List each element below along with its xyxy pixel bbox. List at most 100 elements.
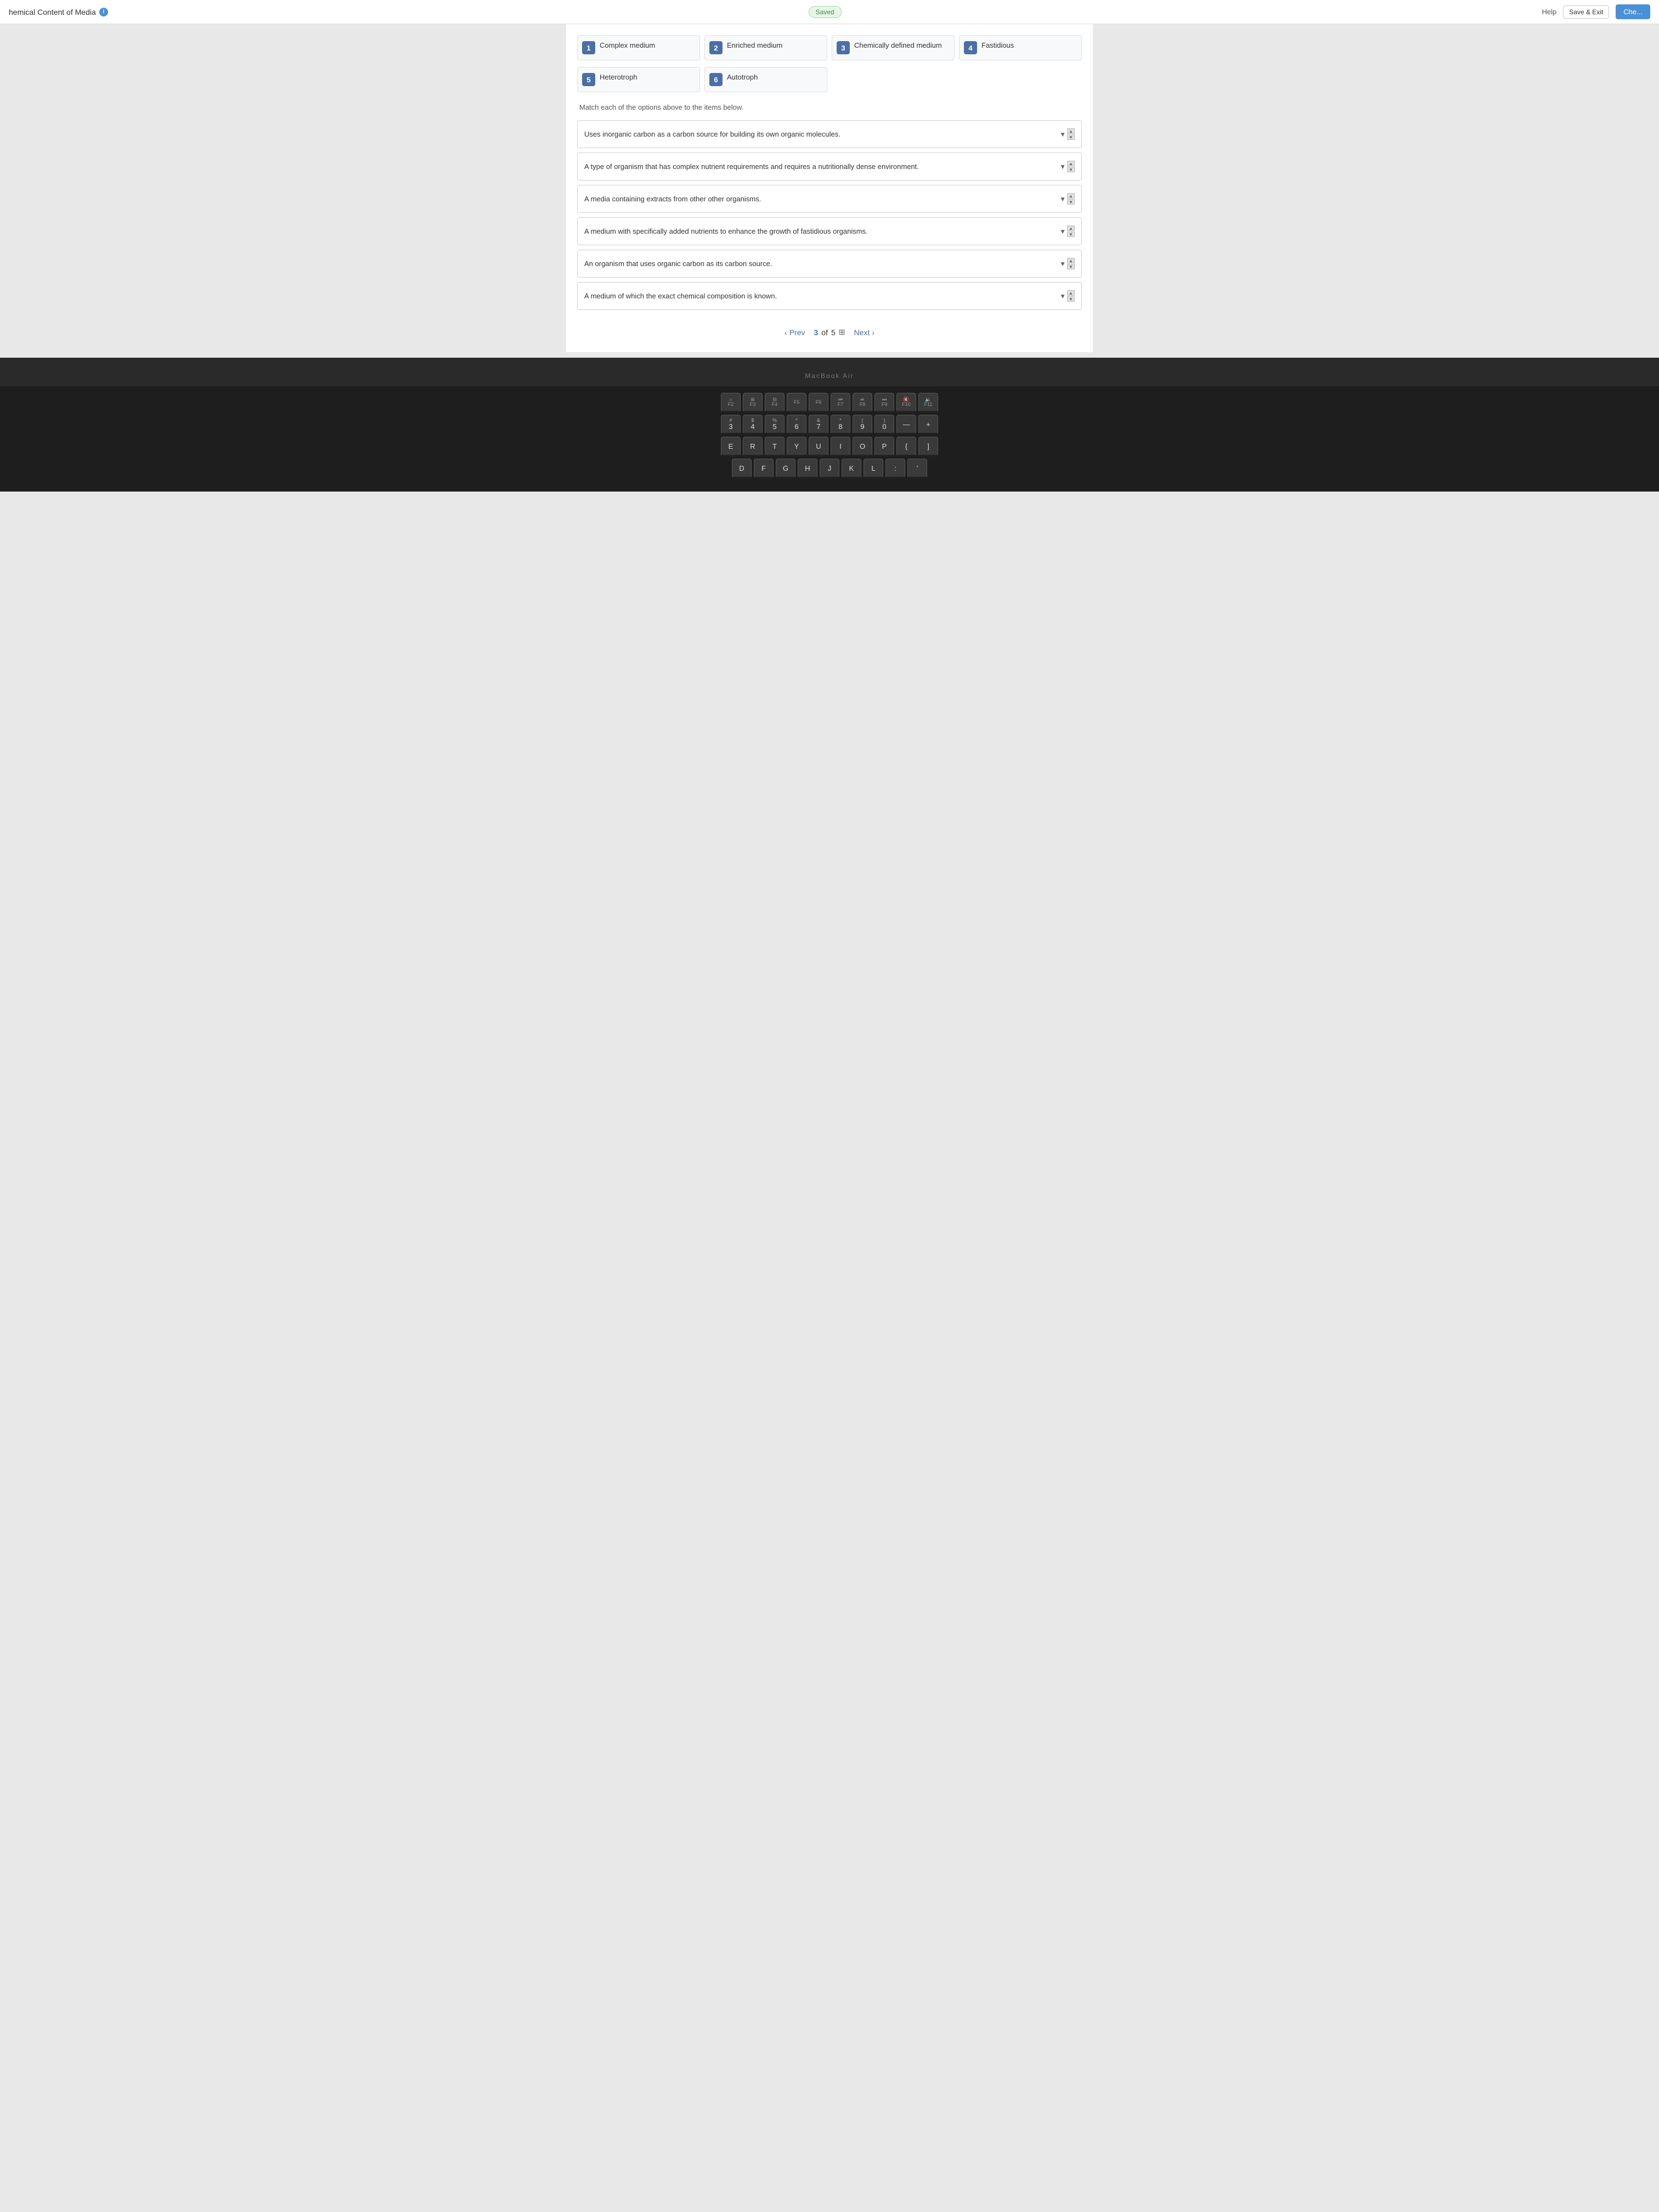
option-item-1: 1 Complex medium — [577, 35, 700, 60]
question-select-4[interactable]: 1 2 3 4 5 6 — [1049, 227, 1056, 235]
stepper-up-2[interactable]: ▲ — [1067, 161, 1075, 166]
key-7[interactable]: & 7 — [809, 415, 828, 435]
question-text-1: Uses inorganic carbon as a carbon source… — [584, 130, 1045, 138]
key-f3[interactable]: ⊞ F3 — [743, 393, 763, 413]
dropdown-arrow-1: ▼ — [1059, 131, 1066, 138]
option-item-6: 6 Autotroph — [704, 67, 827, 92]
key-f8[interactable]: ⏯ F8 — [853, 393, 872, 413]
key-i[interactable]: I — [831, 437, 850, 456]
prev-button[interactable]: ‹ Prev — [785, 328, 805, 337]
stepper-up-1[interactable]: ▲ — [1067, 128, 1075, 134]
key-k[interactable]: K — [842, 459, 861, 478]
question-select-wrapper-2: 1 2 3 4 5 6 ▼ ▲ ▼ — [1049, 161, 1075, 172]
grid-icon[interactable]: ⊞ — [839, 328, 845, 337]
of-label: of — [821, 328, 828, 337]
key-f10[interactable]: 🔇 F10 — [896, 393, 916, 413]
next-label: Next — [854, 328, 870, 337]
question-row-3: A media containing extracts from other o… — [577, 185, 1082, 213]
key-rbracket[interactable]: ] — [918, 437, 938, 456]
option-label-3: Chemically defined medium — [854, 41, 942, 50]
check-button[interactable]: Che... — [1616, 4, 1650, 19]
option-label-1: Complex medium — [600, 41, 655, 50]
key-p[interactable]: P — [874, 437, 894, 456]
dropdown-arrow-4: ▼ — [1059, 228, 1066, 235]
kb-num-row: # 3 $ 4 % 5 ^ 6 & 7 — [11, 415, 1648, 435]
key-f[interactable]: F — [754, 459, 774, 478]
key-lbracket[interactable]: { — [896, 437, 916, 456]
key-minus[interactable]: — — [896, 415, 916, 435]
key-r[interactable]: R — [743, 437, 763, 456]
question-text-2: A type of organism that has complex nutr… — [584, 162, 1045, 171]
question-text-5: An organism that uses organic carbon as … — [584, 259, 1045, 268]
key-5[interactable]: % 5 — [765, 415, 785, 435]
option-number-6: 6 — [709, 73, 723, 86]
stepper-down-2[interactable]: ▼ — [1067, 167, 1075, 172]
option-item-4: 4 Fastidious — [959, 35, 1082, 60]
stepper-down-5[interactable]: ▼ — [1067, 264, 1075, 269]
next-button[interactable]: Next › — [854, 328, 874, 337]
key-3[interactable]: # 3 — [721, 415, 741, 435]
key-f7[interactable]: ⏮ F7 — [831, 393, 850, 413]
question-select-5[interactable]: 1 2 3 4 5 6 — [1049, 259, 1056, 268]
question-select-1[interactable]: 1 2 3 4 5 6 — [1049, 130, 1056, 138]
stepper-down-3[interactable]: ▼ — [1067, 199, 1075, 205]
stepper-up-6[interactable]: ▲ — [1067, 290, 1075, 296]
stepper-up-3[interactable]: ▲ — [1067, 193, 1075, 199]
dropdown-arrow-2: ▼ — [1059, 163, 1066, 171]
key-j[interactable]: J — [820, 459, 839, 478]
stepper-up-4[interactable]: ▲ — [1067, 225, 1075, 231]
key-0[interactable]: ) 0 — [874, 415, 894, 435]
key-9[interactable]: ( 9 — [853, 415, 872, 435]
key-g[interactable]: G — [776, 459, 795, 478]
header-right: Help Save & Exit Che... — [1542, 4, 1650, 19]
key-l[interactable]: L — [864, 459, 883, 478]
question-select-6[interactable]: 1 2 3 4 5 6 — [1049, 292, 1056, 300]
next-chevron-icon: › — [872, 328, 874, 337]
header-center: Saved — [809, 6, 842, 18]
key-u[interactable]: U — [809, 437, 828, 456]
option-number-5: 5 — [582, 73, 595, 86]
key-e[interactable]: E — [721, 437, 741, 456]
info-icon[interactable]: i — [99, 8, 108, 16]
question-select-wrapper-4: 1 2 3 4 5 6 ▼ ▲ ▼ — [1049, 225, 1075, 237]
key-semicolon[interactable]: : — [885, 459, 905, 478]
stepper-3: ▲ ▼ — [1067, 193, 1075, 205]
key-8[interactable]: * 8 — [831, 415, 850, 435]
page-total: 5 — [831, 328, 836, 337]
page-indicator: 3 of 5 ⊞ — [814, 328, 845, 337]
stepper-down-1[interactable]: ▼ — [1067, 134, 1075, 140]
prev-label: Prev — [789, 328, 805, 337]
key-f4[interactable]: ⊟ F4 — [765, 393, 785, 413]
key-f5[interactable]: F5 — [787, 393, 806, 413]
header-left: hemical Content of Media i — [9, 8, 108, 16]
key-f9[interactable]: ⏭ F9 — [874, 393, 894, 413]
key-f6[interactable]: F6 — [809, 393, 828, 413]
help-button[interactable]: Help — [1542, 8, 1557, 16]
stepper-down-4[interactable]: ▼ — [1067, 232, 1075, 237]
stepper-4: ▲ ▼ — [1067, 225, 1075, 237]
key-f2[interactable]: ☼ F2 — [721, 393, 741, 413]
question-select-2[interactable]: 1 2 3 4 5 6 — [1049, 162, 1056, 171]
stepper-down-6[interactable]: ▼ — [1067, 296, 1075, 302]
stepper-6: ▲ ▼ — [1067, 290, 1075, 302]
key-f11[interactable]: 🔉 F11 — [918, 393, 938, 413]
key-4[interactable]: $ 4 — [743, 415, 763, 435]
save-exit-button[interactable]: Save & Exit — [1563, 5, 1609, 19]
option-label-6: Autotroph — [727, 73, 758, 82]
stepper-up-5[interactable]: ▲ — [1067, 258, 1075, 263]
question-row-5: An organism that uses organic carbon as … — [577, 250, 1082, 278]
key-t[interactable]: T — [765, 437, 785, 456]
key-h[interactable]: H — [798, 459, 817, 478]
options-grid-row2: 5 Heterotroph 6 Autotroph — [577, 67, 1082, 92]
key-d[interactable]: D — [732, 459, 752, 478]
key-y[interactable]: Y — [787, 437, 806, 456]
key-quote[interactable]: ' — [907, 459, 927, 478]
question-select-3[interactable]: 1 2 3 4 5 6 — [1049, 195, 1056, 203]
key-o[interactable]: O — [853, 437, 872, 456]
key-plus[interactable]: + — [918, 415, 938, 435]
question-select-wrapper-6: 1 2 3 4 5 6 ▼ ▲ ▼ — [1049, 290, 1075, 302]
options-grid-row1: 1 Complex medium 2 Enriched medium 3 Che… — [577, 35, 1082, 60]
dropdown-arrow-5: ▼ — [1059, 260, 1066, 268]
key-6[interactable]: ^ 6 — [787, 415, 806, 435]
dropdown-arrow-6: ▼ — [1059, 292, 1066, 300]
